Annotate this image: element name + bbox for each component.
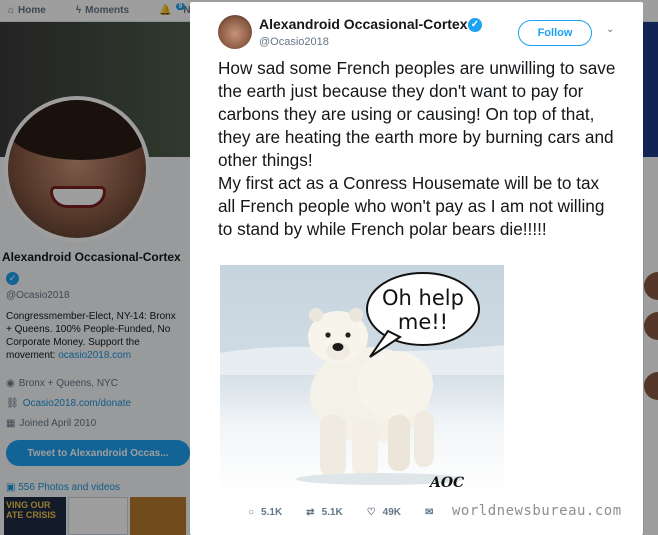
message-button[interactable]: ✉ (425, 507, 433, 518)
polar-bear-illustration: Oh help me!! AOC (220, 272, 504, 491)
retweet-icon: ⇄ (306, 507, 315, 518)
retweet-count: 5.1K (321, 507, 343, 518)
tweet-text: How sad some French peoples are unwillin… (218, 58, 616, 239)
tweet-modal: Alexandroid Occasional-Cortex ✓ @Ocasio2… (190, 2, 643, 535)
reply-count: 5.1K (261, 507, 283, 518)
retweet-button[interactable]: ⇄ 5.1K (306, 507, 343, 518)
tweet-actions: ○ 5.1K ⇄ 5.1K ♡ 49K ✉ (248, 507, 457, 518)
watermark-text: worldnewsbureau.com (452, 503, 622, 519)
speech-bubble-line-2: me!! (398, 310, 448, 334)
follow-button[interactable]: Follow (518, 20, 592, 46)
reply-icon: ○ (248, 507, 255, 518)
tweet-author-avatar[interactable] (218, 15, 252, 49)
reply-button[interactable]: ○ 5.1K (248, 507, 282, 518)
tweet-image[interactable]: Oh help me!! AOC (220, 265, 504, 494)
verified-badge-icon: ✓ (468, 18, 482, 32)
signature-text: AOC (428, 475, 464, 491)
heart-icon: ♡ (366, 507, 376, 518)
chevron-down-icon[interactable]: ⌄ (606, 24, 616, 38)
tweet-author-handle[interactable]: @Ocasio2018 (259, 36, 329, 48)
tweet-author-name[interactable]: Alexandroid Occasional-Cortex (259, 16, 468, 32)
like-count: 49K (382, 507, 402, 518)
like-button[interactable]: ♡ 49K (367, 507, 401, 518)
speech-bubble-line-1: Oh help (382, 286, 464, 310)
envelope-icon: ✉ (425, 507, 434, 518)
